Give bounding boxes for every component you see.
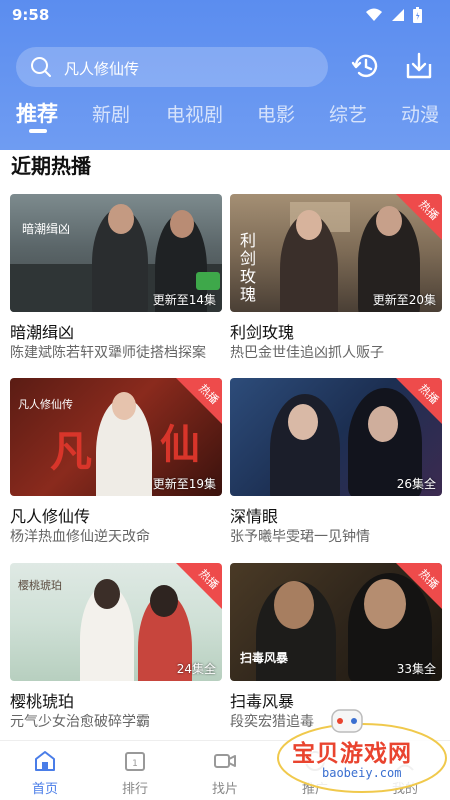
card-title: 深情眼	[230, 507, 279, 526]
tab-variety[interactable]: 综艺	[329, 100, 367, 127]
ranking-icon: 1	[125, 752, 145, 771]
card-title: 暗潮缉凶	[10, 323, 75, 342]
poster-title: 暗潮缉凶	[22, 222, 71, 236]
card-description: 元气少女治愈破碎学霸	[10, 714, 150, 730]
search-query: 凡人修仙传	[64, 60, 140, 78]
card-description: 陈建斌陈若轩双犟师徒搭档探案	[10, 345, 206, 361]
poster-image: 热播 26集全	[230, 378, 442, 496]
card-title: 利剑玫瑰	[230, 323, 295, 342]
history-icon[interactable]	[350, 50, 382, 82]
status-time: 9:58	[12, 6, 50, 24]
nav-label: 排行	[121, 782, 148, 797]
episode-badge: 33集全	[396, 662, 436, 676]
poster-title: 利剑玫瑰	[240, 231, 257, 304]
episode-badge: 26集全	[396, 477, 436, 491]
nav-label: 找片	[211, 782, 238, 797]
wifi-icon	[366, 8, 382, 21]
episode-badge: 更新至20集	[372, 293, 436, 307]
battery-icon	[413, 7, 422, 23]
section-title: 近期热播	[11, 154, 91, 178]
tab-new[interactable]: 新剧	[92, 100, 130, 127]
status-icons	[365, 7, 422, 23]
poster-image: 凡 仙 凡人修仙传 热播 更新至19集	[10, 378, 222, 496]
video-icon	[214, 754, 236, 768]
episode-badge: 更新至19集	[152, 477, 216, 491]
header: 9:58 凡人修仙传 推荐 新剧 电视剧 电影 综艺 动漫	[0, 0, 450, 150]
nav-label: 首页	[31, 782, 58, 797]
poster-image: 利剑玫瑰 热播 更新至20集	[230, 194, 442, 312]
card-description: 杨洋热血修仙逆天改命	[10, 529, 150, 545]
nav-discover[interactable]: 找片	[180, 741, 270, 800]
poster-image: 樱桃琥珀 热播 24集全	[10, 563, 222, 681]
watermark-url: baobeiy.com	[322, 766, 402, 780]
episode-badge: 更新至14集	[152, 293, 216, 307]
episode-badge: 24集全	[176, 662, 216, 676]
tab-anime[interactable]: 动漫	[401, 100, 439, 127]
poster-image: 扫毒风暴 热播 33集全	[230, 563, 442, 681]
tab-tv[interactable]: 电视剧	[166, 100, 223, 127]
poster-title: 凡人修仙传	[18, 398, 73, 411]
watermark-text: 宝贝游戏网	[292, 741, 412, 767]
tab-recommend[interactable]: 推荐	[16, 98, 58, 128]
card-description: 热巴金世佳追凶抓人贩子	[230, 345, 384, 361]
home-icon	[35, 751, 55, 771]
card-title: 凡人修仙传	[10, 507, 91, 526]
download-icon[interactable]	[403, 50, 435, 82]
card-description: 张予曦毕雯珺一见钟情	[230, 529, 370, 545]
category-tabs: 推荐 新剧 电视剧 电影 综艺 动漫	[0, 100, 450, 140]
poster-image: 暗潮缉凶 更新至14集	[10, 194, 222, 312]
svg-text:1: 1	[132, 759, 138, 769]
search-icon	[31, 57, 51, 77]
nav-home[interactable]: 首页	[0, 741, 90, 800]
card-title: 樱桃琥珀	[10, 692, 75, 711]
poster-title: 樱桃琥珀	[18, 579, 62, 592]
search-input[interactable]: 凡人修仙传	[16, 47, 328, 87]
status-bar: 9:58	[0, 0, 450, 32]
tab-active-indicator	[29, 129, 47, 133]
watermark: 宝贝游戏网 baobeiy.com	[274, 706, 450, 796]
poster-title: 扫毒风暴	[240, 651, 289, 665]
tab-movie[interactable]: 电影	[257, 100, 295, 127]
signal-icon	[392, 9, 404, 21]
nav-ranking[interactable]: 1 排行	[90, 741, 180, 800]
